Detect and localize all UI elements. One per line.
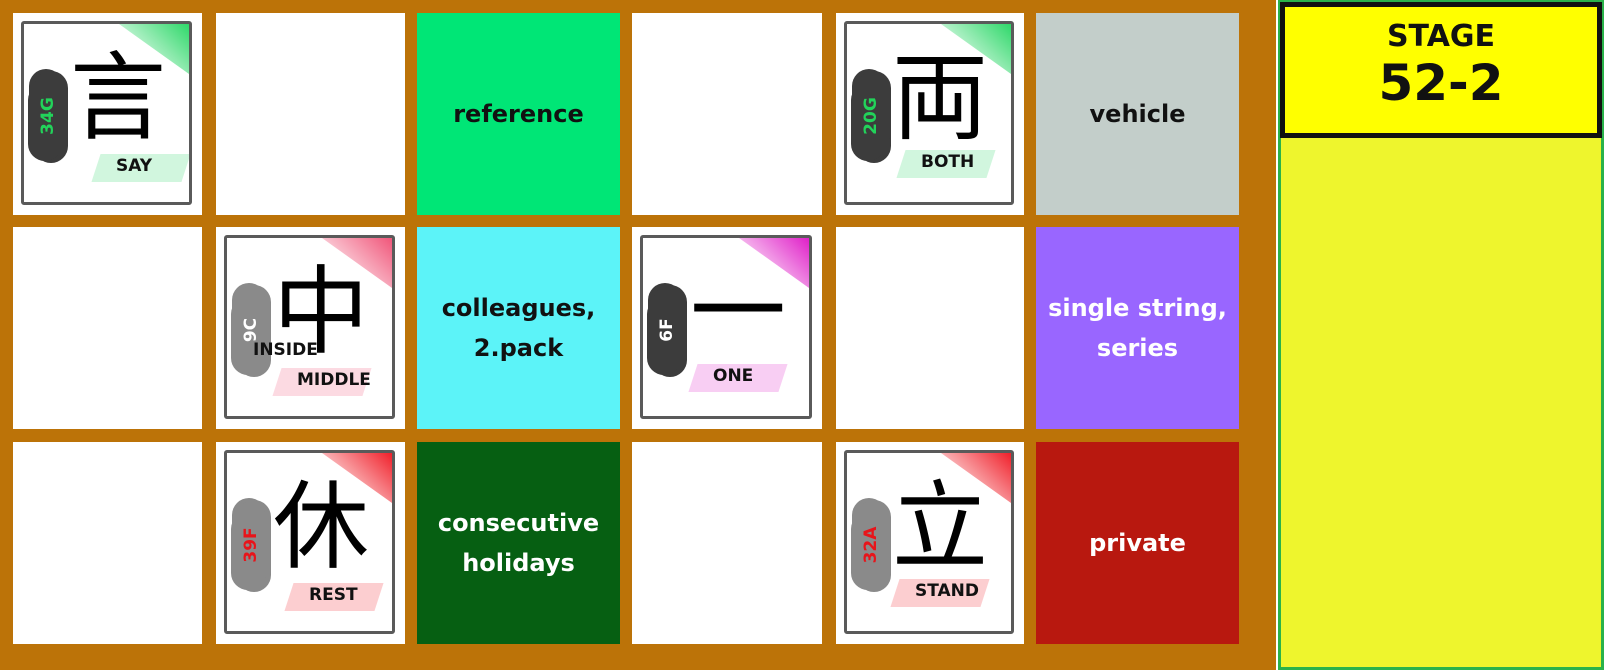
cloud-badge: 6F bbox=[649, 290, 685, 370]
card-meaning-label: SAY bbox=[116, 156, 153, 176]
meaning-tile[interactable]: single string, series bbox=[1036, 227, 1239, 429]
game-board: 言 34G SAY reference 両 20G BOTH vehicle 中 9C INSIDE… bbox=[0, 0, 1276, 670]
card-meaning-label: INSIDE bbox=[253, 340, 318, 360]
meaning-text: vehicle bbox=[1089, 100, 1186, 128]
kanji-character: 両 bbox=[892, 42, 988, 154]
card-frame: 中 9C INSIDE MIDDLE bbox=[224, 235, 395, 419]
stage-label: STAGE bbox=[1386, 19, 1496, 54]
card-frame: 両 20G BOTH bbox=[844, 21, 1014, 205]
meaning-tile[interactable]: private bbox=[1036, 442, 1239, 644]
kanji-character: 言 bbox=[70, 42, 166, 154]
card-meaning-label: BOTH bbox=[921, 152, 975, 172]
kanji-card[interactable]: 一 6F ONE bbox=[632, 227, 822, 429]
card-frame: 休 39F REST bbox=[224, 450, 395, 634]
kanji-card[interactable]: 両 20G BOTH bbox=[836, 13, 1024, 215]
meaning-tile[interactable]: reference bbox=[417, 13, 620, 215]
cloud-badge: 32A bbox=[853, 505, 889, 585]
meaning-tile[interactable]: colleagues, 2.pack bbox=[417, 227, 620, 429]
meaning-tile[interactable]: consecutive holidays bbox=[417, 442, 620, 644]
empty-slot[interactable] bbox=[836, 227, 1024, 429]
meaning-tile[interactable]: vehicle bbox=[1036, 13, 1239, 215]
kanji-character: 立 bbox=[892, 471, 988, 583]
kanji-card[interactable]: 中 9C INSIDE MIDDLE bbox=[216, 227, 405, 429]
meaning-text: single string, series bbox=[1048, 294, 1227, 362]
meaning-text: private bbox=[1089, 529, 1186, 557]
kanji-card[interactable]: 立 32A STAND bbox=[836, 442, 1024, 644]
stage-number: 52-2 bbox=[1378, 54, 1504, 112]
card-frame: 一 6F ONE bbox=[640, 235, 812, 419]
cloud-badge: 39F bbox=[233, 505, 269, 585]
kanji-card[interactable]: 言 34G SAY bbox=[13, 13, 202, 215]
stage-indicator: STAGE 52-2 bbox=[1280, 2, 1602, 138]
card-frame: 言 34G SAY bbox=[21, 21, 192, 205]
card-code: 20G bbox=[861, 97, 881, 135]
card-code: 6F bbox=[657, 318, 677, 342]
kanji-character: 一 bbox=[690, 256, 786, 368]
card-meaning-label: MIDDLE bbox=[297, 370, 371, 390]
card-code: 9C bbox=[241, 317, 261, 343]
empty-slot[interactable] bbox=[13, 227, 202, 429]
empty-slot[interactable] bbox=[13, 442, 202, 644]
card-code: 34G bbox=[38, 97, 58, 135]
cloud-badge: 34G bbox=[30, 76, 66, 156]
meaning-text: consecutive holidays bbox=[437, 509, 600, 577]
card-meaning-label: STAND bbox=[915, 581, 980, 601]
card-meaning-label: ONE bbox=[713, 366, 754, 386]
card-meaning-label: REST bbox=[309, 585, 358, 605]
card-code: 32A bbox=[861, 526, 881, 564]
meaning-text: reference bbox=[453, 100, 584, 128]
empty-slot[interactable] bbox=[632, 442, 822, 644]
kanji-card[interactable]: 休 39F REST bbox=[216, 442, 405, 644]
kanji-character: 休 bbox=[273, 471, 369, 583]
meaning-text: colleagues, 2.pack bbox=[441, 294, 596, 362]
empty-slot[interactable] bbox=[632, 13, 822, 215]
card-frame: 立 32A STAND bbox=[844, 450, 1014, 634]
cloud-badge: 20G bbox=[853, 76, 889, 156]
empty-slot[interactable] bbox=[216, 13, 405, 215]
card-code: 39F bbox=[241, 527, 261, 563]
